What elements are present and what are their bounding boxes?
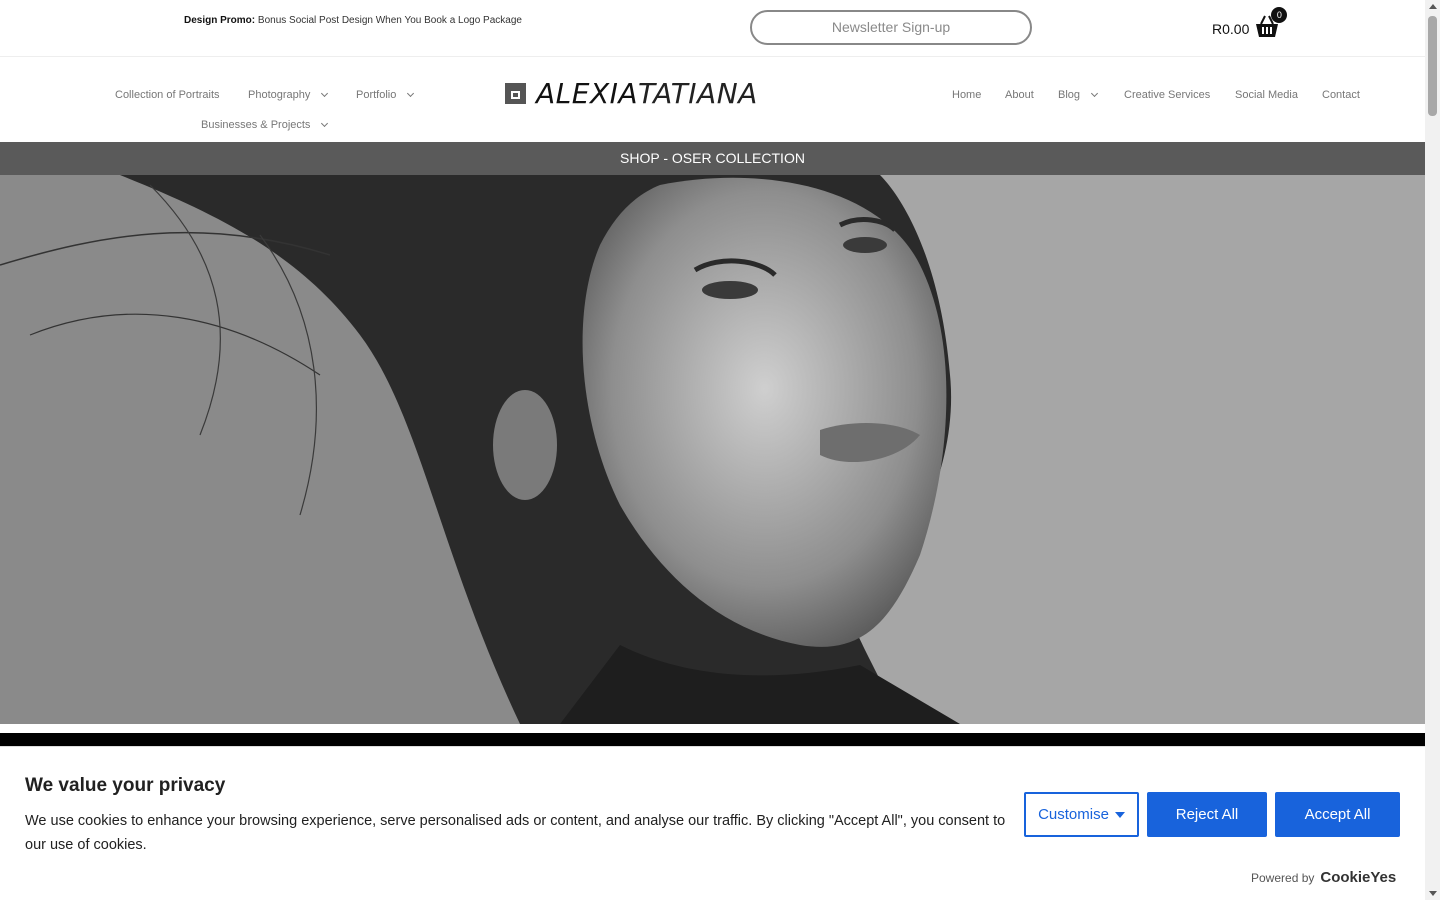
chevron-down-icon bbox=[321, 89, 329, 98]
nav-label: Creative Services bbox=[1124, 89, 1211, 101]
promo-text: Design Promo: Bonus Social Post Design W… bbox=[184, 15, 522, 26]
divider bbox=[0, 724, 1425, 733]
nav-item-collection-of-portraits[interactable]: Collection of Portraits bbox=[115, 89, 220, 101]
powered-by-label: Powered by bbox=[1251, 871, 1315, 885]
nav-item-creative-services[interactable]: Creative Services bbox=[1124, 89, 1210, 101]
promo-message: Bonus Social Post Design When You Book a… bbox=[255, 15, 522, 26]
customise-button[interactable]: Customise bbox=[1024, 792, 1139, 837]
nav-label: Contact bbox=[1322, 89, 1360, 101]
nav-label: Portfolio bbox=[356, 89, 397, 101]
logo-mark-icon bbox=[505, 83, 526, 104]
nav-label: Home bbox=[952, 89, 982, 101]
scroll-up-arrow-icon[interactable] bbox=[1429, 4, 1437, 9]
cart[interactable]: R0.00 0 bbox=[1212, 7, 1288, 40]
customise-label: Customise bbox=[1038, 806, 1109, 823]
basket-icon[interactable]: 0 bbox=[1253, 7, 1288, 40]
nav-label: Social Media bbox=[1235, 89, 1298, 101]
chevron-down-icon bbox=[407, 89, 415, 98]
shop-banner[interactable]: SHOP - OSER COLLECTION bbox=[0, 142, 1425, 175]
promo-label: Design Promo: bbox=[184, 15, 256, 26]
logo-text-light: TATIANA bbox=[638, 77, 758, 110]
caret-down-icon bbox=[1114, 812, 1125, 819]
nav-item-businesses-projects[interactable]: Businesses & Projects bbox=[201, 119, 329, 131]
nav-label: Businesses & Projects bbox=[201, 119, 311, 131]
nav-item-blog[interactable]: Blog bbox=[1058, 89, 1099, 101]
nav-item-social-media[interactable]: Social Media bbox=[1235, 89, 1298, 101]
cookieyes-logo: CookieYes bbox=[1320, 869, 1397, 886]
accept-all-button[interactable]: Accept All bbox=[1275, 792, 1400, 837]
nav-label: Collection of Portraits bbox=[115, 89, 220, 101]
chevron-down-icon bbox=[321, 119, 329, 128]
powered-by[interactable]: Powered by CookieYes bbox=[1251, 869, 1396, 886]
cookie-consent-banner: We value your privacy We use cookies to … bbox=[0, 746, 1425, 900]
nav-label: About bbox=[1005, 89, 1034, 101]
nav-item-portfolio[interactable]: Portfolio bbox=[356, 89, 415, 101]
main-nav: Collection of Portraits Photography Port… bbox=[0, 57, 1425, 142]
nav-item-photography[interactable]: Photography bbox=[248, 89, 329, 101]
nav-item-home[interactable]: Home bbox=[952, 89, 981, 101]
cart-count-badge: 0 bbox=[1271, 7, 1288, 23]
nav-item-about[interactable]: About bbox=[1005, 89, 1034, 101]
page-scrollbar[interactable] bbox=[1425, 0, 1440, 900]
newsletter-signup-button[interactable]: Newsletter Sign-up bbox=[750, 10, 1032, 45]
logo-text-bold: ALEXIA bbox=[536, 77, 639, 110]
promo-bar: Design Promo: Bonus Social Post Design W… bbox=[0, 0, 1425, 57]
scroll-down-arrow-icon[interactable] bbox=[1429, 891, 1437, 896]
cookie-description: We use cookies to enhance your browsing … bbox=[25, 813, 1006, 853]
portrait-illustration bbox=[0, 175, 960, 724]
reject-all-button[interactable]: Reject All bbox=[1147, 792, 1267, 837]
chevron-down-icon bbox=[1090, 89, 1099, 98]
scrollbar-thumb[interactable] bbox=[1428, 16, 1437, 116]
nav-item-contact[interactable]: Contact bbox=[1322, 89, 1360, 101]
logo-text: ALEXIATATIANA bbox=[536, 77, 758, 110]
nav-label: Photography bbox=[248, 89, 311, 101]
cookie-title: We value your privacy bbox=[25, 775, 226, 796]
site-logo[interactable]: ALEXIATATIANA bbox=[505, 77, 758, 110]
nav-label: Blog bbox=[1058, 89, 1081, 101]
hero-portrait-image bbox=[0, 175, 1425, 724]
cart-total: R0.00 bbox=[1212, 21, 1250, 37]
